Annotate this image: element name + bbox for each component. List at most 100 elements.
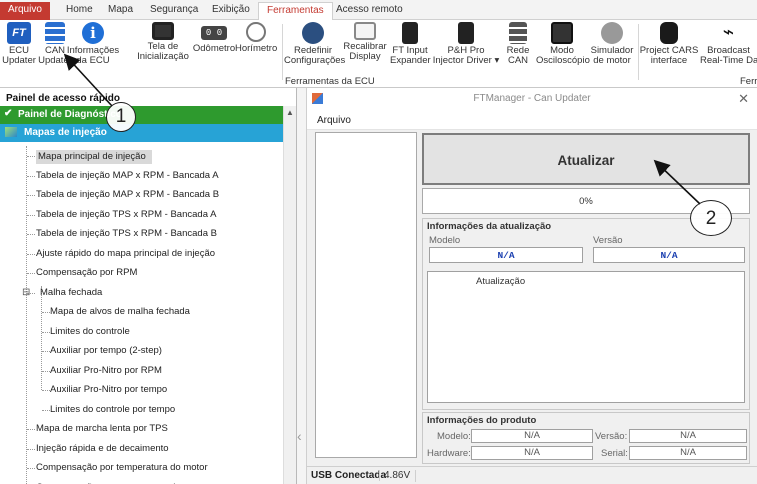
menu-tab-ferramentas[interactable]: Ferramentas	[258, 2, 333, 21]
odometer-icon: 0 0 0	[201, 26, 227, 52]
tree-item[interactable]: Tabela de injeção MAP x RPM - Bancada B	[36, 189, 219, 200]
tree-connector	[42, 370, 50, 372]
panel-scrollbar[interactable]: ▲	[283, 106, 296, 484]
tree-item[interactable]: Compensação por RPM	[36, 267, 137, 278]
callout-2: 2	[690, 200, 732, 236]
tree-child-item[interactable]: Mapa de alvos de malha fechada	[50, 306, 190, 317]
injector-driver-icon	[458, 22, 474, 44]
project-cars-label: Project CARS interface	[639, 45, 699, 66]
tree-collapse-icon[interactable]: ⊟	[22, 287, 30, 298]
menu-tab-arquivo[interactable]: Arquivo	[0, 2, 50, 20]
collapse-chevron-icon[interactable]: ‹	[297, 428, 302, 444]
engine-simulator-button[interactable]: Simulador de motor	[590, 22, 634, 66]
diagnostic-icon: ✔	[4, 108, 13, 119]
tree-child-item[interactable]: Limites do controle	[50, 326, 130, 337]
menu-tab-acesso-remoto[interactable]: Acesso remoto	[336, 4, 403, 15]
ecu-info-button[interactable]: i Informações da ECU	[66, 22, 120, 66]
broadcast-icon: ⌁	[722, 22, 735, 43]
update-button[interactable]: Atualizar	[422, 133, 750, 185]
tree-item[interactable]: Injeção rápida e de decaimento	[36, 443, 169, 454]
display-calibrate-icon	[354, 22, 376, 40]
product-info-group: Informações do produto Modelo: N/A Versã…	[422, 412, 750, 464]
tree-connector	[42, 351, 50, 352]
hourmeter-button[interactable]: Horímetro	[235, 22, 277, 54]
reset-settings-label: Redefinir Configurações	[284, 45, 346, 66]
injector-driver-label: P&H Pro Injector Driver ▾	[432, 45, 500, 66]
quick-access-title: Painel de acesso rápido	[6, 93, 120, 104]
tree-item[interactable]: Compensação por temperatura do motor	[36, 462, 208, 473]
splash-screen-icon	[152, 22, 174, 40]
engine-simulator-icon	[601, 22, 623, 44]
ft-input-expander-label: FT Input Expander	[390, 45, 431, 66]
can-network-icon	[509, 22, 527, 44]
tree-item[interactable]: Ajuste rápido do mapa principal de injeç…	[36, 248, 215, 259]
product-version-label: Versão:	[595, 431, 628, 442]
odometer-button[interactable]: 0 0 0 Odômetro	[192, 22, 236, 54]
device-list[interactable]	[315, 132, 417, 458]
menu-tab-exibicao[interactable]: Exibição	[212, 4, 250, 15]
tree-child-item[interactable]: Auxiliar por tempo (2-step)	[50, 345, 162, 356]
info-icon: i	[82, 22, 104, 44]
tree-child-item[interactable]: Limites do controle por tempo	[50, 404, 175, 415]
recalibrate-display-button[interactable]: Recalibrar Display	[342, 22, 388, 62]
quick-access-panel: Painel de acesso rápido ✔ Painel de Diag…	[0, 88, 297, 484]
ft-logo-icon: FT	[7, 22, 31, 44]
ecu-info-label: Informações da ECU	[66, 45, 120, 66]
injection-maps-section-label: Mapas de injeção	[24, 127, 107, 138]
diagnostic-panel-section[interactable]: ✔ Painel de Diagnóstico	[0, 106, 283, 124]
can-network-button[interactable]: Rede CAN	[498, 22, 538, 66]
product-model-label: Modelo:	[437, 431, 471, 442]
can-stack-icon	[45, 22, 65, 44]
oscilloscope-button[interactable]: Modo Osciloscópio	[536, 22, 590, 66]
ribbon-separator	[282, 24, 283, 80]
input-expander-icon	[402, 22, 418, 44]
window-title: FTManager - Can Updater	[473, 93, 591, 104]
tree-item[interactable]: Tabela de injeção TPS x RPM - Bancada A	[36, 209, 216, 220]
menu-tab-seguranca[interactable]: Segurança	[150, 4, 198, 15]
stopwatch-icon	[246, 22, 266, 42]
tree-connector	[42, 409, 50, 411]
window-menu-arquivo[interactable]: Arquivo	[317, 115, 351, 126]
tree-connector	[27, 175, 35, 177]
broadcast-button[interactable]: ⌁ Broadcast Real-Time Data	[700, 22, 757, 66]
status-separator	[415, 470, 416, 482]
menu-tab-home[interactable]: Home	[66, 4, 93, 15]
panel-splitter[interactable]: ‹	[297, 88, 307, 484]
tree-child-item[interactable]: Auxiliar Pro-Nitro por RPM	[50, 365, 162, 376]
injection-maps-section[interactable]: Mapas de injeção	[0, 124, 283, 142]
scroll-up-icon[interactable]: ▲	[286, 108, 294, 117]
menu-bar: Arquivo Home Mapa Segurança Exibição Fer…	[0, 0, 757, 21]
callout-1: 1	[106, 102, 136, 132]
version-label: Versão	[593, 235, 623, 246]
tree-connector	[27, 429, 35, 430]
oscilloscope-icon	[551, 22, 573, 44]
serial-label: Serial:	[601, 448, 628, 459]
reset-settings-button[interactable]: Redefinir Configurações	[284, 22, 346, 66]
window-title-bar: FTManager - Can Updater ✕	[307, 88, 757, 110]
ft-input-expander-button[interactable]: FT Input Expander	[390, 22, 431, 66]
startup-screen-button[interactable]: Tela de Inicialização	[136, 22, 190, 62]
tree-connector	[42, 390, 50, 391]
tree-connector	[27, 214, 35, 216]
injection-maps-icon	[5, 127, 17, 137]
product-info-title: Informações do produto	[427, 415, 537, 426]
tree-item[interactable]: Malha fechada	[40, 287, 102, 298]
ecu-updater-button[interactable]: FT ECU Updater	[2, 22, 36, 66]
project-cars-button[interactable]: Project CARS interface	[638, 22, 700, 66]
oscilloscope-label: Modo Osciloscópio	[536, 45, 590, 66]
close-icon[interactable]: ✕	[738, 91, 749, 107]
menu-tab-mapa[interactable]: Mapa	[108, 4, 133, 15]
injector-driver-button[interactable]: P&H Pro Injector Driver ▾	[432, 22, 500, 66]
tree-item[interactable]: Mapa de marcha lenta por TPS	[36, 423, 168, 434]
update-info-title: Informações da atualização	[427, 221, 552, 232]
update-log-box[interactable]: Atualização	[427, 271, 745, 403]
update-version-field: N/A	[593, 247, 745, 263]
progress-text: 0%	[579, 196, 593, 207]
ecu-updater-label: ECU Updater	[2, 45, 36, 66]
tree-item[interactable]: Mapa principal de injeção	[36, 150, 152, 164]
tree-item[interactable]: Tabela de injeção TPS x RPM - Bancada B	[36, 228, 217, 239]
ribbon-group-label: Ferramentas da ECU	[285, 76, 375, 87]
broadcast-label: Broadcast Real-Time Data	[700, 45, 757, 66]
tree-item[interactable]: Tabela de injeção MAP x RPM - Bancada A	[36, 170, 219, 181]
tree-child-item[interactable]: Auxiliar Pro-Nitro por tempo	[50, 384, 167, 395]
